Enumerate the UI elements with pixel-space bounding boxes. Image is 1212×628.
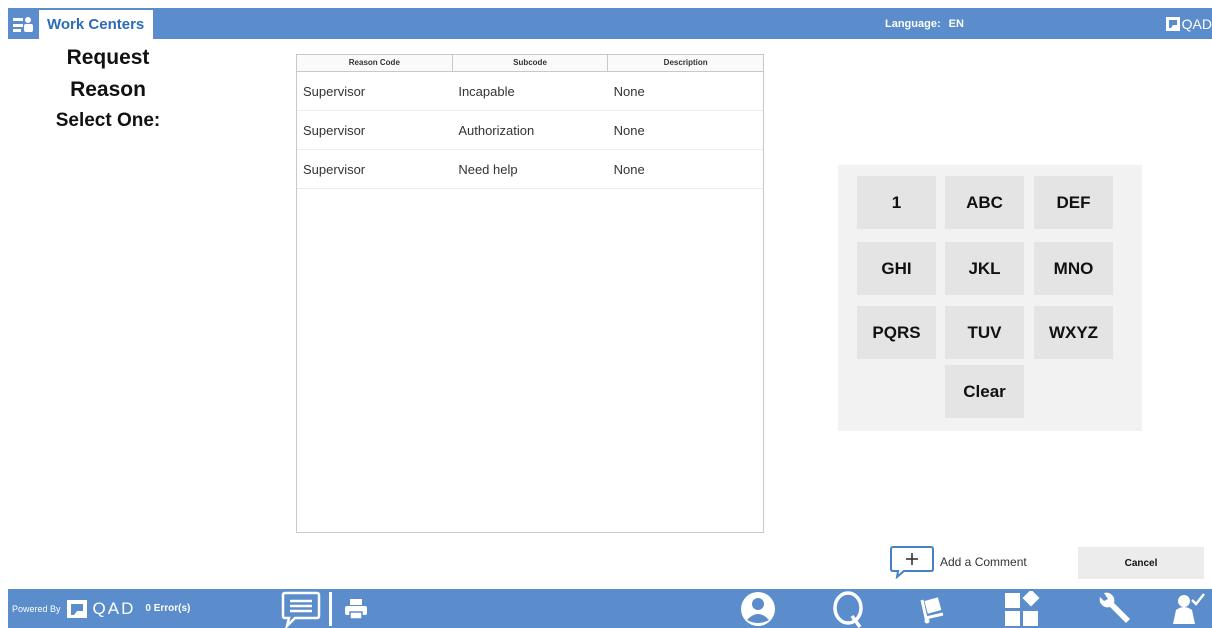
key-mno[interactable]: MNO [1034,242,1113,295]
column-header-subcode[interactable]: Subcode [453,55,609,71]
language-value: EN [948,17,964,30]
table-row[interactable]: Supervisor Incapable None [297,72,763,111]
messages-icon[interactable] [278,589,324,628]
qad-logo-icon [66,599,87,618]
powered-by: Powered By QAD 0 Error(s) [12,589,190,628]
operator-check-icon[interactable] [1168,589,1208,628]
cell-subcode: Need help [458,161,518,177]
key-jkl[interactable]: JKL [945,242,1024,295]
table-row[interactable]: Supervisor Authorization None [297,111,763,150]
print-icon[interactable] [342,589,370,628]
brand-text: QAD [1181,15,1212,32]
powered-by-label: Powered By [12,603,61,614]
cell-description: None [613,83,645,99]
select-prompt: Select One: [55,110,161,131]
cell-reason-code: Supervisor [303,83,366,99]
language-label: Language: [885,17,941,30]
top-bar: Work Centers Language: EN QAD [8,8,1212,39]
language-indicator[interactable]: Language: EN [885,8,964,39]
error-count[interactable]: 0 Error(s) [145,603,190,614]
cell-subcode: Authorization [458,122,535,138]
bottom-bar: Powered By QAD 0 Error(s) [8,589,1212,628]
add-comment-icon [890,546,934,579]
cell-subcode: Incapable [458,83,515,99]
reason-code-grid: Reason Code Subcode Description Supervis… [296,54,764,533]
keypad: 1 ABC DEF GHI JKL MNO PQRS TUV WXYZ Clea… [838,165,1142,431]
cell-reason-code: Supervisor [303,122,366,138]
divider [328,589,332,628]
qad-logo-icon [1165,16,1180,31]
table-row[interactable]: Supervisor Need help None [297,150,763,189]
maintenance-wrench-icon[interactable] [1092,589,1136,628]
work-centers-icon[interactable] [8,8,38,39]
cell-description: None [613,122,645,138]
column-header-reason-code[interactable]: Reason Code [297,55,453,71]
title-line-1: Request [66,46,150,69]
footer-brand: QAD [92,598,136,618]
quality-icon[interactable] [826,589,870,628]
cell-description: None [613,161,645,177]
key-def[interactable]: DEF [1034,176,1113,229]
add-comment-label: Add a Comment [940,555,1027,569]
user-icon[interactable] [736,589,780,628]
page-title: Request Reason Select One: [8,42,208,136]
column-header-description[interactable]: Description [608,55,763,71]
title-line-2: Reason [70,78,146,101]
tab-work-centers[interactable]: Work Centers [39,10,153,39]
work-center-dashboard-icon[interactable] [1000,589,1044,628]
qad-logo: QAD [1165,8,1212,39]
key-clear[interactable]: Clear [945,365,1024,418]
cell-reason-code: Supervisor [303,161,366,177]
key-tuv[interactable]: TUV [945,306,1024,359]
key-ghi[interactable]: GHI [857,242,936,295]
cancel-button[interactable]: Cancel [1078,547,1204,579]
material-handling-icon[interactable] [914,589,950,628]
grid-header: Reason Code Subcode Description [297,55,763,72]
key-wxyz[interactable]: WXYZ [1034,306,1113,359]
key-1[interactable]: 1 [857,176,936,229]
key-abc[interactable]: ABC [945,176,1024,229]
key-pqrs[interactable]: PQRS [857,306,936,359]
add-comment-button[interactable]: Add a Comment [890,545,1027,579]
